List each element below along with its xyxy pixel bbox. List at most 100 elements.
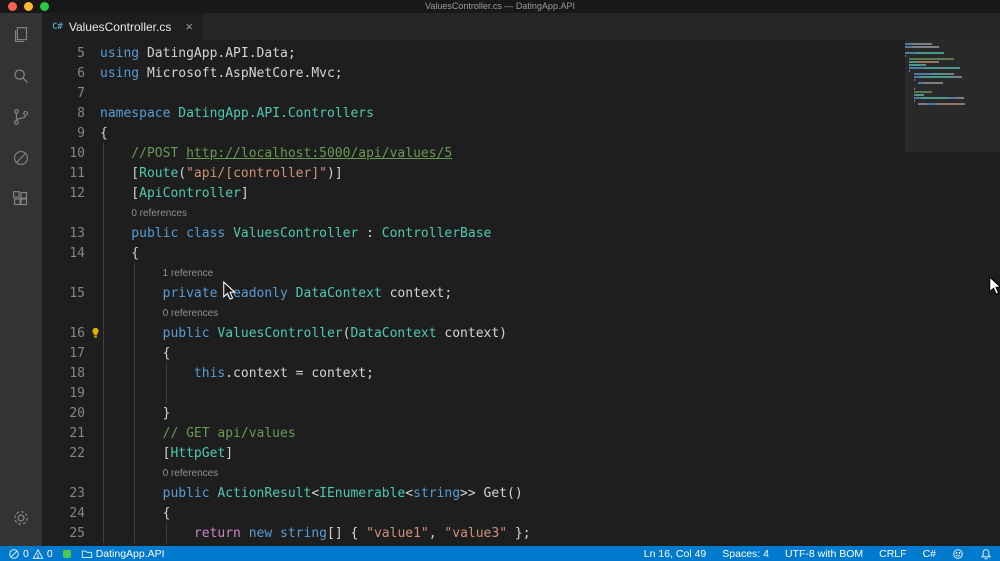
line-number[interactable]: 12 [42, 186, 85, 201]
line-number[interactable]: 22 [42, 446, 85, 461]
lightbulb-icon[interactable] [85, 323, 100, 343]
explorer-icon[interactable] [9, 23, 33, 47]
minimize-window-button[interactable] [24, 2, 33, 11]
codelens-label[interactable]: 1 reference [100, 268, 214, 279]
code-text: this.context = context; [100, 365, 374, 381]
line-number[interactable]: 24 [42, 506, 85, 521]
glyph-margin [85, 443, 100, 463]
problems-status[interactable]: 0 0 [8, 548, 53, 560]
indentation-status[interactable]: Spaces: 4 [722, 548, 769, 560]
glyph-margin [85, 483, 100, 503]
glyph-margin [85, 43, 100, 63]
code-line[interactable]: 17 { [42, 343, 1000, 363]
codelens-row[interactable]: 1 reference [42, 263, 1000, 283]
code-line[interactable]: 16 public ValuesController(DataContext c… [42, 323, 1000, 343]
code-line[interactable]: 6 using Microsoft.AspNetCore.Mvc; [42, 63, 1000, 83]
code-line[interactable]: 14 { [42, 243, 1000, 263]
line-number[interactable]: 5 [42, 46, 85, 61]
code-line[interactable]: 11 [Route("api/[controller]")] [42, 163, 1000, 183]
code-line[interactable]: 18 this.context = context; [42, 363, 1000, 383]
code-line[interactable]: 21 // GET api/values [42, 423, 1000, 443]
encoding-status[interactable]: UTF-8 with BOM [785, 548, 863, 560]
code-line[interactable]: 12 [ApiController] [42, 183, 1000, 203]
code-text: [Route("api/[controller]")] [100, 165, 343, 181]
cursor-position[interactable]: Ln 16, Col 49 [644, 548, 706, 560]
extension-status-icon[interactable] [62, 549, 71, 558]
glyph-margin [85, 303, 100, 323]
tab-close-icon[interactable]: × [185, 19, 193, 34]
debug-icon[interactable] [9, 146, 33, 170]
glyph-margin [85, 263, 100, 283]
glyph-margin [85, 123, 100, 143]
line-number[interactable]: 9 [42, 126, 85, 141]
line-number[interactable]: 19 [42, 386, 85, 401]
language-mode[interactable]: C# [923, 548, 936, 560]
notifications-bell-icon[interactable] [980, 548, 992, 560]
codelens-label[interactable]: 0 references [100, 308, 219, 319]
tab-valuescontroller[interactable]: C# ValuesController.cs × [42, 13, 203, 40]
line-number[interactable]: 18 [42, 366, 85, 381]
code-line[interactable]: 9{ [42, 123, 1000, 143]
codelens-label[interactable]: 0 references [100, 468, 219, 479]
line-number[interactable]: 8 [42, 106, 85, 121]
line-number[interactable]: 17 [42, 346, 85, 361]
code-line[interactable]: 7 [42, 83, 1000, 103]
csharp-file-icon: C# [52, 21, 63, 32]
line-number[interactable]: 14 [42, 246, 85, 261]
feedback-smiley-icon[interactable] [952, 548, 964, 560]
line-number[interactable]: 25 [42, 526, 85, 541]
glyph-margin [85, 223, 100, 243]
glyph-margin [85, 383, 100, 403]
zoom-window-button[interactable] [40, 2, 49, 11]
line-number[interactable]: 6 [42, 66, 85, 81]
glyph-margin [85, 283, 100, 303]
code-line[interactable]: 10 //POST http://localhost:5000/api/valu… [42, 143, 1000, 163]
line-number[interactable]: 11 [42, 166, 85, 181]
code-line[interactable]: 5 using DatingApp.API.Data; [42, 43, 1000, 63]
search-icon[interactable] [9, 64, 33, 88]
editor[interactable]: 5 using DatingApp.API.Data; 6 using Microso… [42, 40, 1000, 546]
glyph-margin [85, 83, 100, 103]
warning-icon [32, 548, 44, 559]
code-line[interactable]: 13 public class ValuesController : Contr… [42, 223, 1000, 243]
glyph-margin [85, 403, 100, 423]
codelens-row[interactable]: 0 references [42, 203, 1000, 223]
code-line[interactable]: 22 [HttpGet] [42, 443, 1000, 463]
glyph-margin [85, 523, 100, 543]
code-text: { [100, 125, 108, 141]
extensions-icon[interactable] [9, 187, 33, 211]
code-line[interactable]: 20 } [42, 403, 1000, 423]
line-number[interactable]: 23 [42, 486, 85, 501]
minimap-slider[interactable] [905, 40, 1000, 152]
code-line[interactable]: 19 [42, 383, 1000, 403]
codelens-label[interactable]: 0 references [100, 208, 187, 219]
code-line[interactable]: 15 private readonly DataContext context; [42, 283, 1000, 303]
editor-content: 5 using DatingApp.API.Data; 6 using Microso… [42, 40, 1000, 546]
line-number[interactable]: 7 [42, 86, 85, 101]
line-number[interactable]: 21 [42, 426, 85, 441]
line-number[interactable]: 13 [42, 226, 85, 241]
code-text: } [100, 405, 171, 421]
close-window-button[interactable] [8, 2, 17, 11]
codelens-row[interactable]: 0 references [42, 463, 1000, 483]
line-number[interactable]: 16 [42, 326, 85, 341]
source-control-icon[interactable] [9, 105, 33, 129]
code-line[interactable]: 25 return new string[] { "value1", "valu… [42, 523, 1000, 543]
code-line[interactable]: 24 { [42, 503, 1000, 523]
eol-status[interactable]: CRLF [879, 548, 906, 560]
activity-bar [0, 13, 42, 546]
code-text: // GET api/values [100, 425, 296, 441]
line-number[interactable]: 10 [42, 146, 85, 161]
code-line[interactable]: 23 public ActionResult<IEnumerable<strin… [42, 483, 1000, 503]
codelens-row[interactable]: 0 references [42, 303, 1000, 323]
glyph-margin [85, 243, 100, 263]
line-number[interactable]: 20 [42, 406, 85, 421]
warning-count: 0 [46, 547, 53, 560]
traffic-lights [0, 2, 49, 11]
code-line[interactable]: 8 namespace DatingApp.API.Controllers [42, 103, 1000, 123]
settings-gear-icon[interactable] [9, 506, 33, 530]
glyph-margin [85, 363, 100, 383]
glyph-margin [85, 63, 100, 83]
code-text: public ActionResult<IEnumerable<string>>… [100, 485, 523, 501]
line-number[interactable]: 15 [42, 286, 85, 301]
